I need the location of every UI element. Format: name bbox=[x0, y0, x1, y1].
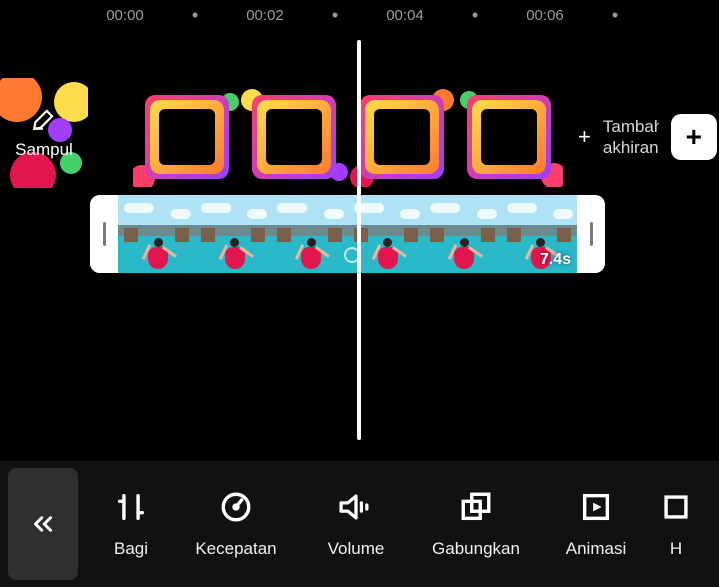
tool-label: H bbox=[670, 539, 682, 559]
cover-button[interactable]: Sampul bbox=[0, 78, 88, 188]
add-ending[interactable]: + Tambah akhiran + bbox=[578, 87, 717, 187]
tool-more[interactable]: H bbox=[656, 489, 696, 559]
tool-merge[interactable]: Gabungkan bbox=[416, 489, 536, 559]
tool-volume[interactable]: Volume bbox=[296, 489, 416, 559]
edit-icon bbox=[31, 106, 57, 132]
plus-icon: + bbox=[686, 123, 702, 151]
video-clip-selected[interactable]: 7.4s bbox=[90, 195, 605, 273]
tool-label: Volume bbox=[328, 539, 385, 559]
collapse-toolbar-button[interactable] bbox=[8, 468, 78, 580]
tool-speed[interactable]: Kecepatan bbox=[176, 489, 296, 559]
overlay-track[interactable] bbox=[133, 87, 563, 187]
tool-split[interactable]: Bagi bbox=[86, 489, 176, 559]
ruler-tick: • bbox=[170, 6, 220, 24]
add-ending-button[interactable]: + bbox=[671, 114, 717, 160]
tool-label: Gabungkan bbox=[432, 539, 520, 559]
animation-icon bbox=[579, 489, 613, 525]
ruler-label: 00:02 bbox=[240, 7, 290, 24]
tool-label: Bagi bbox=[114, 539, 148, 559]
clip-trim-handle-right[interactable] bbox=[577, 195, 605, 273]
add-ending-label: Tambah akhiran bbox=[603, 116, 659, 159]
chevron-double-left-icon bbox=[28, 509, 58, 539]
speed-icon bbox=[219, 489, 253, 525]
tool-label: Kecepatan bbox=[195, 539, 276, 559]
overlay-frame[interactable] bbox=[241, 87, 349, 187]
edit-toolbar: Bagi Kecepatan Volume Gabungkan bbox=[0, 460, 719, 587]
ruler-tick: • bbox=[450, 6, 500, 24]
merge-icon bbox=[459, 489, 493, 525]
more-icon bbox=[659, 489, 693, 525]
cover-label: Sampul bbox=[15, 140, 73, 160]
split-icon bbox=[114, 489, 148, 525]
cover-thumbnail bbox=[0, 78, 88, 188]
overlay-frame[interactable] bbox=[348, 87, 456, 187]
time-ruler[interactable]: 00:00 • 00:02 • 00:04 • 00:06 • bbox=[0, 0, 719, 30]
playhead[interactable] bbox=[357, 40, 361, 440]
ruler-label: 00:04 bbox=[380, 7, 430, 24]
divider bbox=[0, 460, 719, 461]
tool-label: Animasi bbox=[566, 539, 626, 559]
overlay-frame[interactable] bbox=[456, 87, 564, 187]
ruler-label: 00:00 bbox=[100, 7, 150, 24]
ruler-tick: • bbox=[590, 6, 640, 24]
overlay-frame[interactable] bbox=[133, 87, 241, 187]
clip-duration: 7.4s bbox=[540, 251, 571, 269]
plus-icon: + bbox=[578, 124, 591, 150]
ruler-tick: • bbox=[310, 6, 360, 24]
clip-trim-handle-left[interactable] bbox=[90, 195, 118, 273]
tool-animation[interactable]: Animasi bbox=[536, 489, 656, 559]
ruler-label: 00:06 bbox=[520, 7, 570, 24]
volume-icon bbox=[337, 489, 375, 525]
